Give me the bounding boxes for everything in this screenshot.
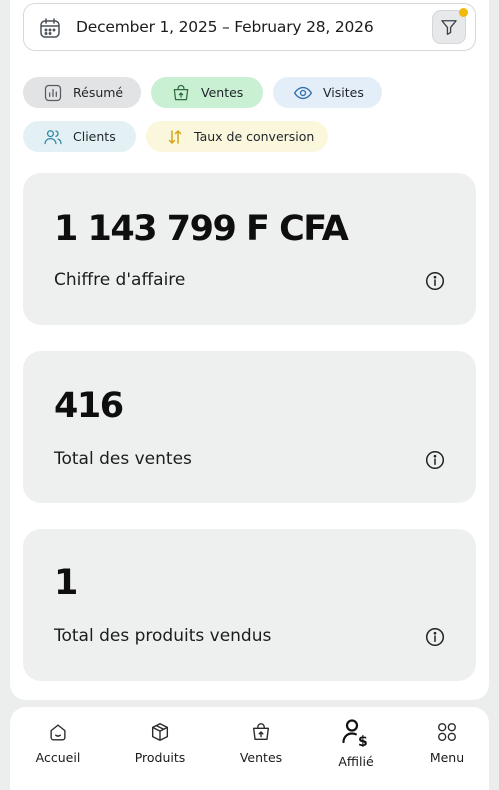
eye-icon <box>293 86 313 99</box>
tab-visites-label: Visites <box>323 85 364 100</box>
users-icon <box>44 129 62 144</box>
info-icon[interactable] <box>425 271 445 291</box>
nav-label: Menu <box>429 750 465 765</box>
nav-label: Affilié <box>338 754 374 769</box>
info-icon[interactable] <box>425 450 445 470</box>
tab-clients-label: Clients <box>73 129 116 144</box>
nav-accueil[interactable]: Accueil <box>18 707 98 790</box>
grid-menu-icon <box>438 723 456 741</box>
tab-resume-label: Résumé <box>73 85 124 100</box>
stat-label: Total des ventes <box>54 449 192 469</box>
affiliate-user-dollar-icon: $ <box>342 719 368 747</box>
tab-ventes-label: Ventes <box>201 85 244 100</box>
nav-label: Produits <box>134 750 186 765</box>
nav-menu[interactable]: Menu <box>407 707 487 790</box>
shopping-bag-icon <box>252 723 270 741</box>
stat-label: Total des produits vendus <box>54 626 272 646</box>
bar-chart-icon <box>44 84 62 101</box>
tab-taux-label: Taux de conversion <box>194 129 315 144</box>
stat-card-chiffre-affaire: 1 143 799 F CFA Chiffre d'affaire <box>23 173 476 325</box>
svg-text:$: $ <box>358 734 368 747</box>
box-icon <box>151 723 169 741</box>
nav-label: Ventes <box>239 750 283 765</box>
nav-produits[interactable]: Produits <box>120 707 200 790</box>
sort-arrows-icon <box>168 129 182 144</box>
nav-affilie[interactable]: $ Affilié <box>316 707 396 790</box>
info-icon[interactable] <box>425 627 445 647</box>
filter-button[interactable] <box>432 8 468 44</box>
stat-card-produits-vendus: 1 Total des produits vendus <box>23 529 476 681</box>
shopping-bag-icon <box>173 84 189 100</box>
tab-visites[interactable]: Visites <box>273 77 382 108</box>
bottom-navigation: Accueil Produits Ventes $ Affilié Menu <box>10 707 489 790</box>
nav-label: Accueil <box>35 750 81 765</box>
filter-icon <box>441 20 457 35</box>
home-icon <box>50 724 66 741</box>
nav-ventes[interactable]: Ventes <box>221 707 301 790</box>
stat-label: Chiffre d'affaire <box>54 270 186 290</box>
stat-value: 416 <box>54 386 124 426</box>
date-range-picker[interactable]: December 1, 2025 – February 28, 2026 <box>23 3 476 51</box>
tab-clients[interactable]: Clients <box>23 121 136 152</box>
date-range-text: December 1, 2025 – February 28, 2026 <box>76 18 374 36</box>
tab-ventes[interactable]: Ventes <box>151 77 263 108</box>
tab-taux-conversion[interactable]: Taux de conversion <box>146 121 328 152</box>
stat-value: 1 <box>54 563 78 603</box>
stat-card-total-ventes: 416 Total des ventes <box>23 351 476 503</box>
stat-value: 1 143 799 F CFA <box>54 209 349 249</box>
calendar-icon <box>40 18 60 38</box>
tab-resume[interactable]: Résumé <box>23 77 141 108</box>
filter-active-badge <box>459 8 468 17</box>
